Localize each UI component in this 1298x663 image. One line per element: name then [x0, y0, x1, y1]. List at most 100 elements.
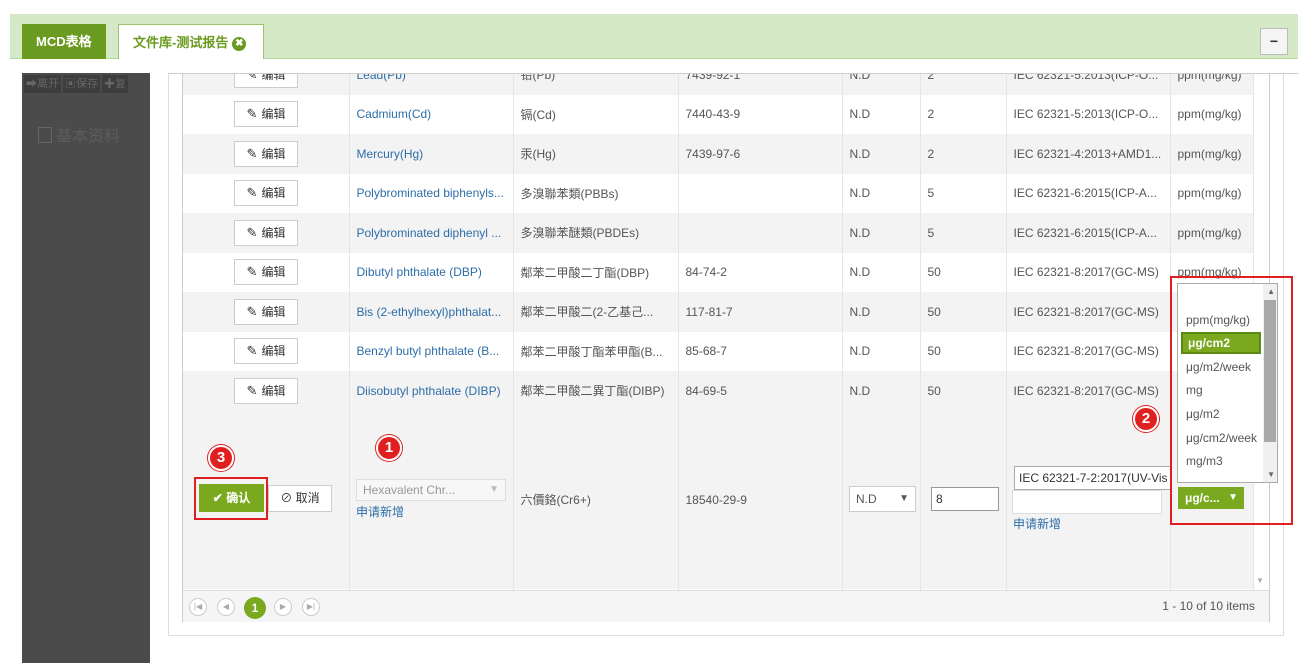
unit-value: ppm(mg/kg): [1170, 213, 1254, 253]
bg-section-title: 基本资料: [38, 122, 120, 146]
substance-cn-name: 多溴聯苯類(PBBs): [513, 173, 679, 213]
first-page-icon[interactable]: |◀: [189, 598, 207, 616]
substance-combobox[interactable]: Hexavalent Chr... ▼: [356, 479, 506, 501]
substance-name: Mercury(Hg): [349, 134, 514, 174]
unit-value: ppm(mg/kg): [1170, 173, 1254, 213]
table-row: ✎ 编辑 Polybrominated biphenyls... 多溴聯苯類(PBBs…: [183, 173, 1254, 213]
substance-table: ✎ 编辑 Lead(Pb) 铅(Pb) 7439-92-1 N.D 2 IEC 62321-5…: [183, 74, 1254, 621]
highlight-confirm: [194, 477, 268, 520]
cas-number: 84-74-2: [678, 252, 843, 292]
limit-input[interactable]: 8: [931, 487, 999, 511]
table-row: ✎ 编辑 Benzyl butyl phthalate (B... 鄰苯二甲酸丁酯苯甲…: [183, 331, 1254, 371]
cas-number: 7439-92-1: [678, 74, 843, 95]
table-row: ✎ 编辑 Lead(Pb) 铅(Pb) 7439-92-1 N.D 2 IEC 62321-5…: [183, 74, 1254, 95]
cas-number: [678, 173, 843, 213]
close-icon[interactable]: ✖: [232, 36, 247, 51]
table-row: ✎ 编辑 Cadmium(Cd) 镉(Cd) 7440-43-9 N.D 2 IEC 6232…: [183, 94, 1254, 134]
edit-button[interactable]: ✎ 编辑: [234, 377, 298, 404]
background-toolbar: ➡离开 ▣保存 ✚复: [22, 73, 162, 95]
step-badge-2: 2: [1133, 406, 1159, 432]
pencil-icon: ✎: [246, 185, 258, 201]
highlight-unit-dropdown: [1170, 276, 1293, 525]
edit-button[interactable]: ✎ 编辑: [234, 338, 298, 365]
pencil-icon: ✎: [246, 303, 258, 319]
cas-number: [678, 213, 843, 253]
substance-cn-name: 鄰苯二甲酸丁酯苯甲酯(B...: [513, 331, 679, 371]
result-value: N.D: [842, 292, 921, 332]
apply-new-method-link[interactable]: 申请新增: [1013, 515, 1061, 532]
method-input[interactable]: IEC 62321-7-2:2017(UV-Vis: [1014, 466, 1172, 490]
edit-button[interactable]: ✎ 编辑: [234, 101, 298, 128]
edit-button[interactable]: ✎ 编辑: [234, 259, 298, 286]
minimize-button[interactable]: −: [1260, 28, 1288, 55]
table-row: ✎ 编辑 Mercury(Hg) 汞(Hg) 7439-97-6 N.D 2 IEC 6232…: [183, 134, 1254, 174]
limit-value: 50: [920, 292, 1007, 332]
result-value: N.D: [842, 134, 921, 174]
limit-value: 50: [920, 331, 1007, 371]
apply-new-substance-link[interactable]: 申请新增: [356, 503, 404, 520]
cancel-button[interactable]: ⊘ 取消: [268, 485, 332, 512]
last-page-icon[interactable]: ▶|: [302, 598, 320, 616]
table-row: ✎ 编辑 Diisobutyl phthalate (DIBP) 鄰苯二甲酸二異丁酯(…: [183, 371, 1254, 411]
substance-cn-name: 铅(Pb): [513, 74, 679, 95]
step-badge-1: 1: [376, 435, 402, 461]
test-method: IEC 62321-6:2015(ICP-A...: [1006, 173, 1171, 213]
substance-cn-name: 汞(Hg): [513, 134, 679, 174]
background-panel: [22, 73, 162, 663]
unit-value: ppm(mg/kg): [1170, 94, 1254, 134]
cas-number: 7440-43-9: [678, 94, 843, 134]
edit-button[interactable]: ✎ 编辑: [234, 180, 298, 207]
table-row: ✎ 编辑 Dibutyl phthalate (DBP) 鄰苯二甲酸二丁酯(DBP) 8…: [183, 252, 1254, 292]
limit-value: 2: [920, 94, 1007, 134]
limit-value: 5: [920, 173, 1007, 213]
tab-library-report[interactable]: 文件库-测试报告 ✖: [118, 24, 264, 59]
tab-library-label: 文件库-测试报告: [133, 35, 229, 50]
test-method: IEC 62321-8:2017(GC-MS): [1006, 371, 1171, 411]
substance-cn-name: 鄰苯二甲酸二異丁酯(DIBP): [513, 371, 679, 411]
cas-number: 117-81-7: [678, 292, 843, 332]
result-value: N.D: [842, 252, 921, 292]
test-method: IEC 62321-5:2013(ICP-O...: [1006, 74, 1171, 95]
prev-page-icon[interactable]: ◀: [217, 598, 235, 616]
bg-leave-button: ➡离开: [24, 75, 61, 93]
test-method: IEC 62321-6:2015(ICP-A...: [1006, 213, 1171, 253]
edit-row-cn: 六價鉻(Cr6+): [513, 410, 679, 589]
substance-name: Cadmium(Cd): [349, 94, 514, 134]
pager: |◀ ◀ 1 ▶ ▶| 1 - 10 of 10 items: [183, 590, 1269, 622]
grid-scroll-down-icon[interactable]: ▼: [1256, 576, 1264, 585]
substance-name: Diisobutyl phthalate (DIBP): [349, 371, 514, 411]
pencil-icon: ✎: [246, 145, 258, 161]
edit-button[interactable]: ✎ 编辑: [234, 74, 298, 88]
limit-value: 2: [920, 134, 1007, 174]
test-method: IEC 62321-5:2013(ICP-O...: [1006, 94, 1171, 134]
edit-row-cas: 18540-29-9: [678, 410, 843, 589]
list-icon: [38, 127, 52, 143]
table-row: ✎ 编辑 Polybrominated diphenyl ... 多溴聯苯醚類(PBD…: [183, 213, 1254, 253]
pencil-icon: ✎: [246, 343, 258, 359]
next-page-icon[interactable]: ▶: [274, 598, 292, 616]
test-method: IEC 62321-4:2013+AMD1...: [1006, 134, 1171, 174]
substance-cn-name: 鄰苯二甲酸二丁酯(DBP): [513, 252, 679, 292]
cas-number: 84-69-5: [678, 371, 843, 411]
bg-save-button: ▣保存: [63, 75, 100, 93]
test-method: IEC 62321-8:2017(GC-MS): [1006, 252, 1171, 292]
pager-info: 1 - 10 of 10 items: [1162, 599, 1255, 613]
substance-grid: ✎ 编辑 Lead(Pb) 铅(Pb) 7439-92-1 N.D 2 IEC 62321-5…: [182, 74, 1270, 622]
tab-mcd[interactable]: MCD表格: [22, 24, 106, 59]
pencil-icon: ✎: [246, 264, 258, 280]
pencil-icon: ✎: [246, 224, 258, 240]
tab-bar: MCD表格 文件库-测试报告 ✖ −: [10, 14, 1298, 59]
page-current[interactable]: 1: [244, 597, 266, 619]
chevron-down-icon: ▼: [899, 493, 909, 504]
result-value: N.D: [842, 74, 921, 95]
cas-number: 7439-97-6: [678, 134, 843, 174]
edit-button[interactable]: ✎ 编辑: [234, 140, 298, 167]
edit-button[interactable]: ✎ 编辑: [234, 298, 298, 325]
edit-button[interactable]: ✎ 编辑: [234, 219, 298, 246]
method-input-secondary[interactable]: [1012, 490, 1162, 514]
bg-copy-button: ✚复: [102, 75, 128, 93]
result-select[interactable]: N.D ▼: [849, 486, 916, 512]
substance-name: Lead(Pb): [349, 74, 514, 95]
unit-value: ppm(mg/kg): [1170, 74, 1254, 95]
limit-value: 2: [920, 74, 1007, 95]
